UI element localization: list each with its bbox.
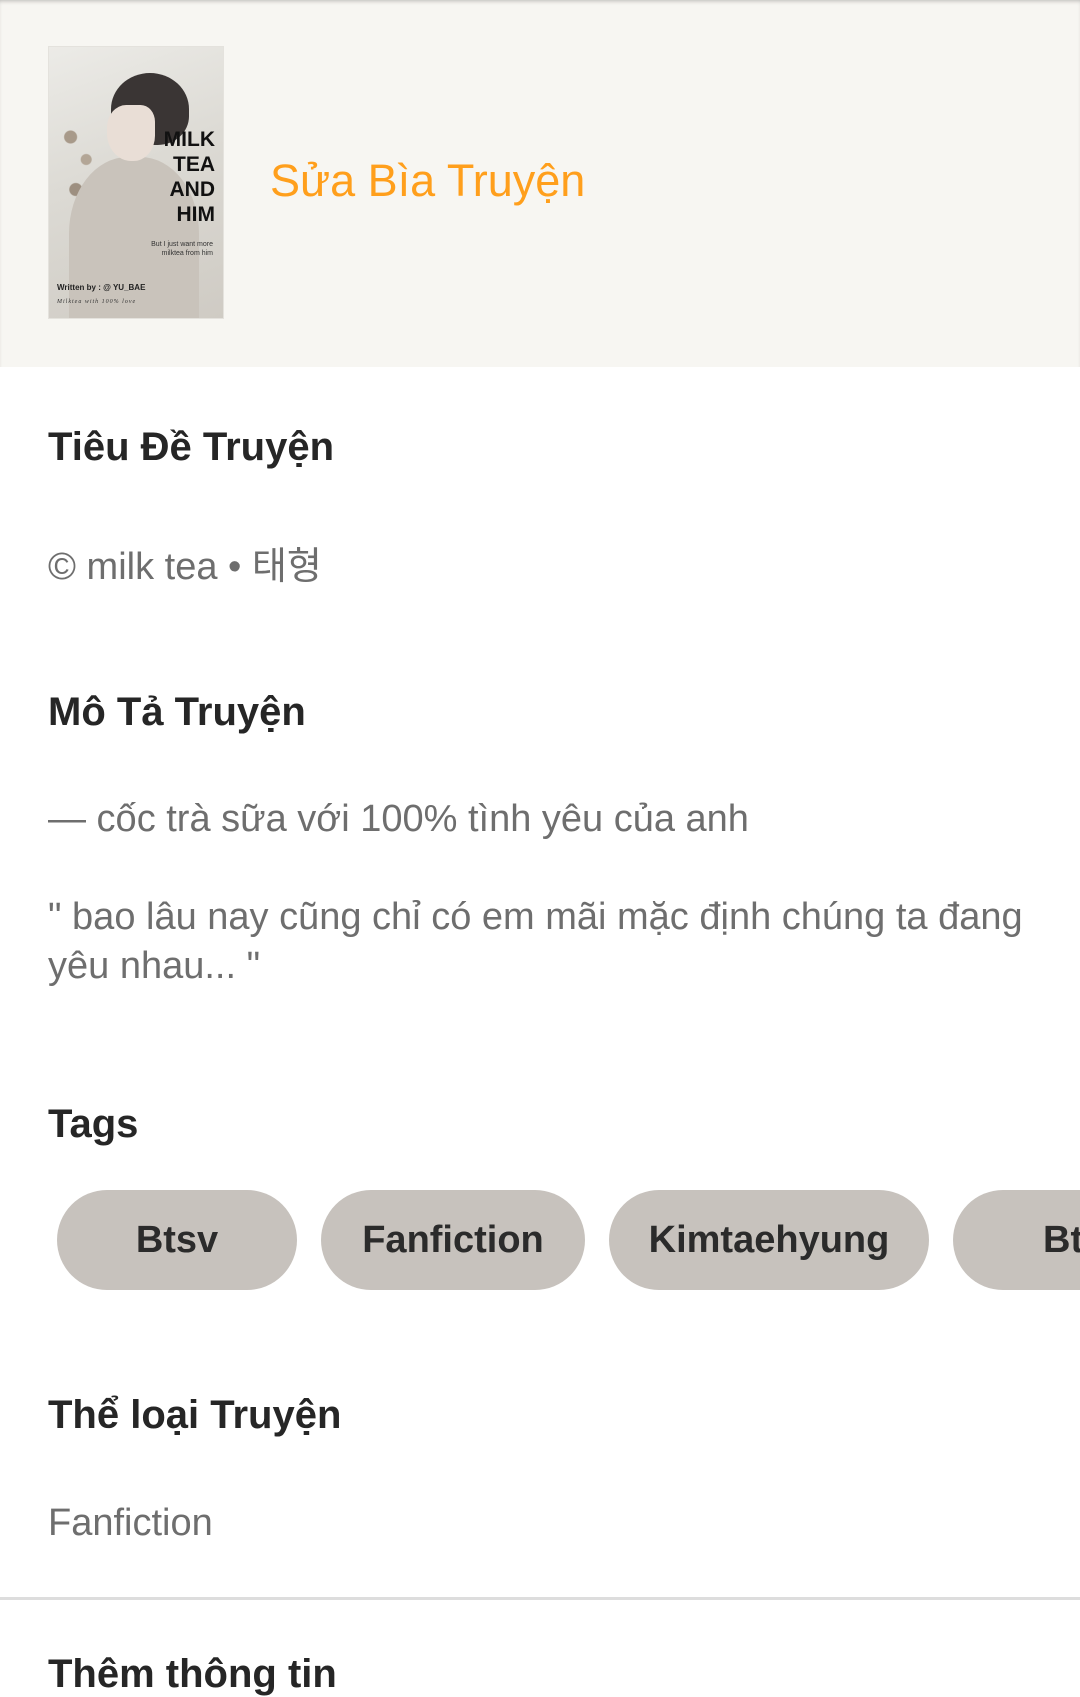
cover-author-text: Written by : @ YU_BAE [57,283,146,292]
more-info-heading[interactable]: Thêm thông tin [48,1652,337,1697]
genre-heading: Thể loại Truyện [48,1393,342,1437]
cover-subtitle-text: But I just want more milktea from him [151,241,213,257]
section-divider [0,1597,1080,1600]
story-description-heading: Mô Tả Truyện [48,690,306,734]
tag-chip[interactable]: Fanfiction [321,1190,585,1290]
tag-chip[interactable]: Btsv [57,1190,297,1290]
tag-chip[interactable]: Kimtaehyung [609,1190,929,1290]
story-header: MILK TEA AND HIM But I just want more mi… [0,0,1080,367]
story-cover-image[interactable]: MILK TEA AND HIM But I just want more mi… [48,46,224,319]
cover-footer-text: Milktea with 100% love [57,299,137,305]
tag-list[interactable]: Btsv Fanfiction Kimtaehyung Bt [0,1190,1080,1290]
genre-value[interactable]: Fanfiction [48,1502,213,1545]
tag-chip[interactable]: Bt [953,1190,1080,1290]
story-title-value[interactable]: © milk tea • 태형 [48,535,322,590]
description-line: — cốc trà sữa với 100% tình yêu của anh [48,798,749,840]
tags-heading: Tags [48,1102,139,1146]
story-title-heading: Tiêu Đề Truyện [48,425,335,469]
description-line: " bao lâu nay cũng chỉ có em mãi mặc địn… [48,896,1023,987]
cover-title-text: MILK TEA AND HIM [163,128,215,226]
story-description-text[interactable]: — cốc trà sữa với 100% tình yêu của anh … [48,795,1028,991]
edit-cover-button[interactable]: Sửa Bìa Truyện [270,155,585,207]
